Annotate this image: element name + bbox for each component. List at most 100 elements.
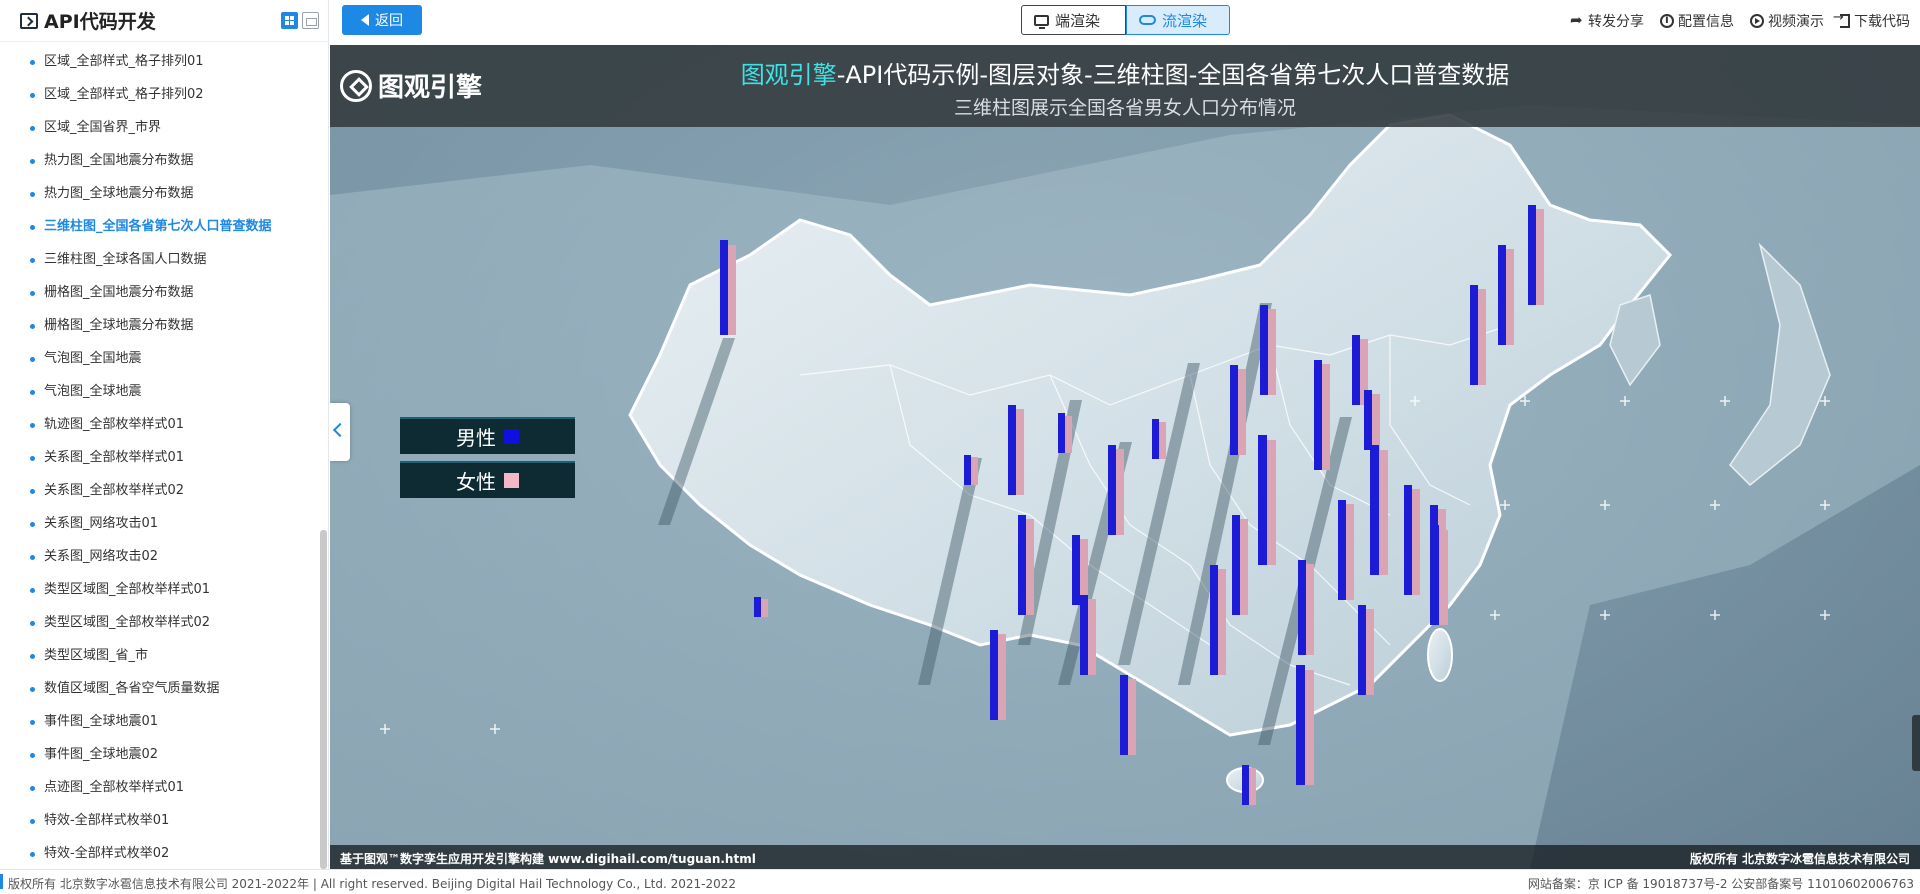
bar-pair-liaoning [1470,285,1486,385]
viewport-footer-right: 版权所有 北京数字冰雹信息技术有限公司 [1689,852,1910,866]
list-view-toggle-icon[interactable] [281,12,298,29]
bar-pair-guangdong [1296,665,1314,785]
sidebar-item[interactable]: 类型区域图_全部枚举样式02 [0,609,318,642]
sidebar-item[interactable]: 轨迹图_全部枚举样式01 [0,411,318,444]
bar-pair-tibet [754,597,768,617]
page-footer-copyright: 版权所有 北京数字冰雹信息技术有限公司 2021-2022年 | All rig… [8,877,737,891]
play-icon [1750,14,1764,28]
share-button[interactable]: 转发分享 [1570,11,1644,31]
sidebar-item[interactable]: 气泡图_全球地震 [0,378,318,411]
download-icon [1833,10,1850,28]
bar-pair-hubei [1232,515,1248,615]
toolbar-actions: 转发分享 配置信息 视频演示 下载代码 [1570,10,1910,31]
bar-pair-shanxi [1230,365,1246,455]
video-label: 视频演示 [1768,14,1824,30]
page-title-highlight: 图观引擎 [740,61,837,89]
download-code-button[interactable]: 下载代码 [1833,10,1910,31]
bar-pair-tianjin [1364,390,1380,450]
china-3d-map[interactable] [330,45,1920,869]
back-button-label: 返回 [375,13,403,29]
sidebar-item[interactable]: 特效-全部样式枚举01 [0,807,318,840]
page-title-rest: -API代码示例-图层对象-三维柱图-全国各省第七次人口普查数据 [836,61,1510,89]
sidebar-item[interactable]: 区域_全部样式_格子排列02 [0,81,318,114]
local-render-button[interactable]: 端渲染 [1021,5,1126,35]
map-viewport[interactable]: 图观引擎 图观引擎-API代码示例-图层对象-三维柱图-全国各省第七次人口普查数… [330,45,1920,869]
right-panel-handle[interactable] [1912,715,1920,771]
page-footer-icp: 网站备案：京 ICP 备 19018737号-2 公安部备案号 11010602… [1527,877,1914,891]
config-button[interactable]: 配置信息 [1660,11,1734,31]
download-label: 下载代码 [1854,14,1910,30]
viewport-footer-left: 基于图观™数字孪生应用开发引擎构建 www.digihail.com/tugua… [340,852,756,866]
bar-pair-guangxi [1120,675,1136,755]
share-icon [1570,11,1584,29]
sidebar-item[interactable]: 三维柱图_全球各国人口数据 [0,246,318,279]
top-toolbar: 返回 端渲染 流渲染 转发分享 配置信息 视频演示 下载代码 [330,0,1920,42]
sidebar-item[interactable]: 点迹图_全部枚举样式01 [0,774,318,807]
cloud-icon [1139,15,1156,25]
sidebar-header: API代码开发 [0,0,328,42]
sidebar-item[interactable]: 类型区域图_省_市 [0,642,318,675]
local-render-label: 端渲染 [1055,11,1101,30]
sidebar-item[interactable]: 栅格图_全国地震分布数据 [0,279,318,312]
bar-pair-ningxia [1058,413,1072,453]
terminal-icon [20,12,38,29]
sidebar-item[interactable]: 事件图_全球地震02 [0,741,318,774]
sidebar-item[interactable]: 区域_全国省界_市界 [0,114,318,147]
render-mode-switch: 端渲染 流渲染 [1021,5,1230,35]
legend-item-male[interactable]: 男性 [400,417,575,454]
sidebar-item[interactable]: 热力图_全球地震分布数据 [0,180,318,213]
sidebar-item[interactable]: 气泡图_全国地震 [0,345,318,378]
bar-pair-anhui [1338,500,1354,600]
bar-pair-guizhou [1080,595,1096,675]
legend-item-female[interactable]: 女性 [400,461,575,498]
bar-pair-henan [1258,435,1276,565]
sidebar-item[interactable]: 区域_全部样式_格子排列01 [0,48,318,81]
legend-male-swatch [504,429,519,444]
monitor-icon [1034,14,1049,29]
sidebar-collapse-button[interactable] [330,403,350,461]
bar-pair-gansu-2 [1152,419,1166,459]
sidebar-item[interactable]: 事件图_全球地震01 [0,708,318,741]
legend-female-label: 女性 [456,470,496,494]
sidebar-scrollbar[interactable] [320,530,327,869]
sidebar-list: 区域_全部样式_格子排列01 区域_全部样式_格子排列02 区域_全国省界_市界 热力… [0,48,318,873]
sidebar-item[interactable]: 关系图_网络攻击02 [0,543,318,576]
sidebar-item[interactable]: 类型区域图_全部枚举样式01 [0,576,318,609]
sidebar-title: API代码开发 [44,11,156,33]
bar-pair-jiangsu [1404,485,1420,595]
legend-female-swatch [504,473,519,488]
page-footer: 版权所有 北京数字冰雹信息技术有限公司 2021-2022年 | All rig… [0,869,1920,894]
taiwan-island [1427,628,1453,682]
back-button[interactable]: 返回 [342,5,422,35]
share-label: 转发分享 [1588,14,1644,30]
viewport-footer: 基于图观™数字孪生应用开发引擎构建 www.digihail.com/tugua… [330,845,1920,869]
image-view-toggle-icon[interactable] [302,12,319,29]
bar-pair-gansu-1 [1008,405,1024,495]
sidebar-item[interactable]: 关系图_网络攻击01 [0,510,318,543]
bar-pair-hainan [1242,765,1256,805]
sidebar-item[interactable]: 关系图_全部枚举样式02 [0,477,318,510]
bar-pair-yunnan [990,630,1006,720]
stream-render-label: 流渲染 [1162,11,1208,30]
sidebar-item[interactable]: 栅格图_全球地震分布数据 [0,312,318,345]
sidebar-item[interactable]: 三维柱图_全国各省第七次人口普查数据 [0,213,318,246]
bar-pair-qinghai [964,455,978,485]
bar-pair-zhejiang [1430,525,1448,625]
bar-pair-jilin [1498,245,1514,345]
sidebar-item[interactable]: 数值区域图_各省空气质量数据 [0,675,318,708]
sidebar-item[interactable]: 关系图_全部枚举样式01 [0,444,318,477]
video-demo-button[interactable]: 视频演示 [1750,11,1824,31]
title-band: 图观引擎 图观引擎-API代码示例-图层对象-三维柱图-全国各省第七次人口普查数… [330,45,1920,127]
bar-pair-inner-mongolia [1260,305,1276,395]
bar-pair-shandong [1370,445,1388,575]
stream-render-button[interactable]: 流渲染 [1126,5,1230,35]
page-subtitle: 三维柱图展示全国各省男女人口分布情况 [953,97,1296,119]
back-arrow-icon [361,14,369,26]
bar-pair-sichuan [1018,515,1034,615]
page-title: 图观引擎-API代码示例-图层对象-三维柱图-全国各省第七次人口普查数据 [330,55,1920,90]
sidebar-item[interactable]: 热力图_全国地震分布数据 [0,147,318,180]
bar-pair-xinjiang [720,240,736,335]
legend-male-label: 男性 [456,426,496,450]
sidebar: API代码开发 区域_全部样式_格子排列01 区域_全部样式_格子排列02 区域_全… [0,0,329,869]
bar-pair-shaanxi [1108,445,1124,535]
